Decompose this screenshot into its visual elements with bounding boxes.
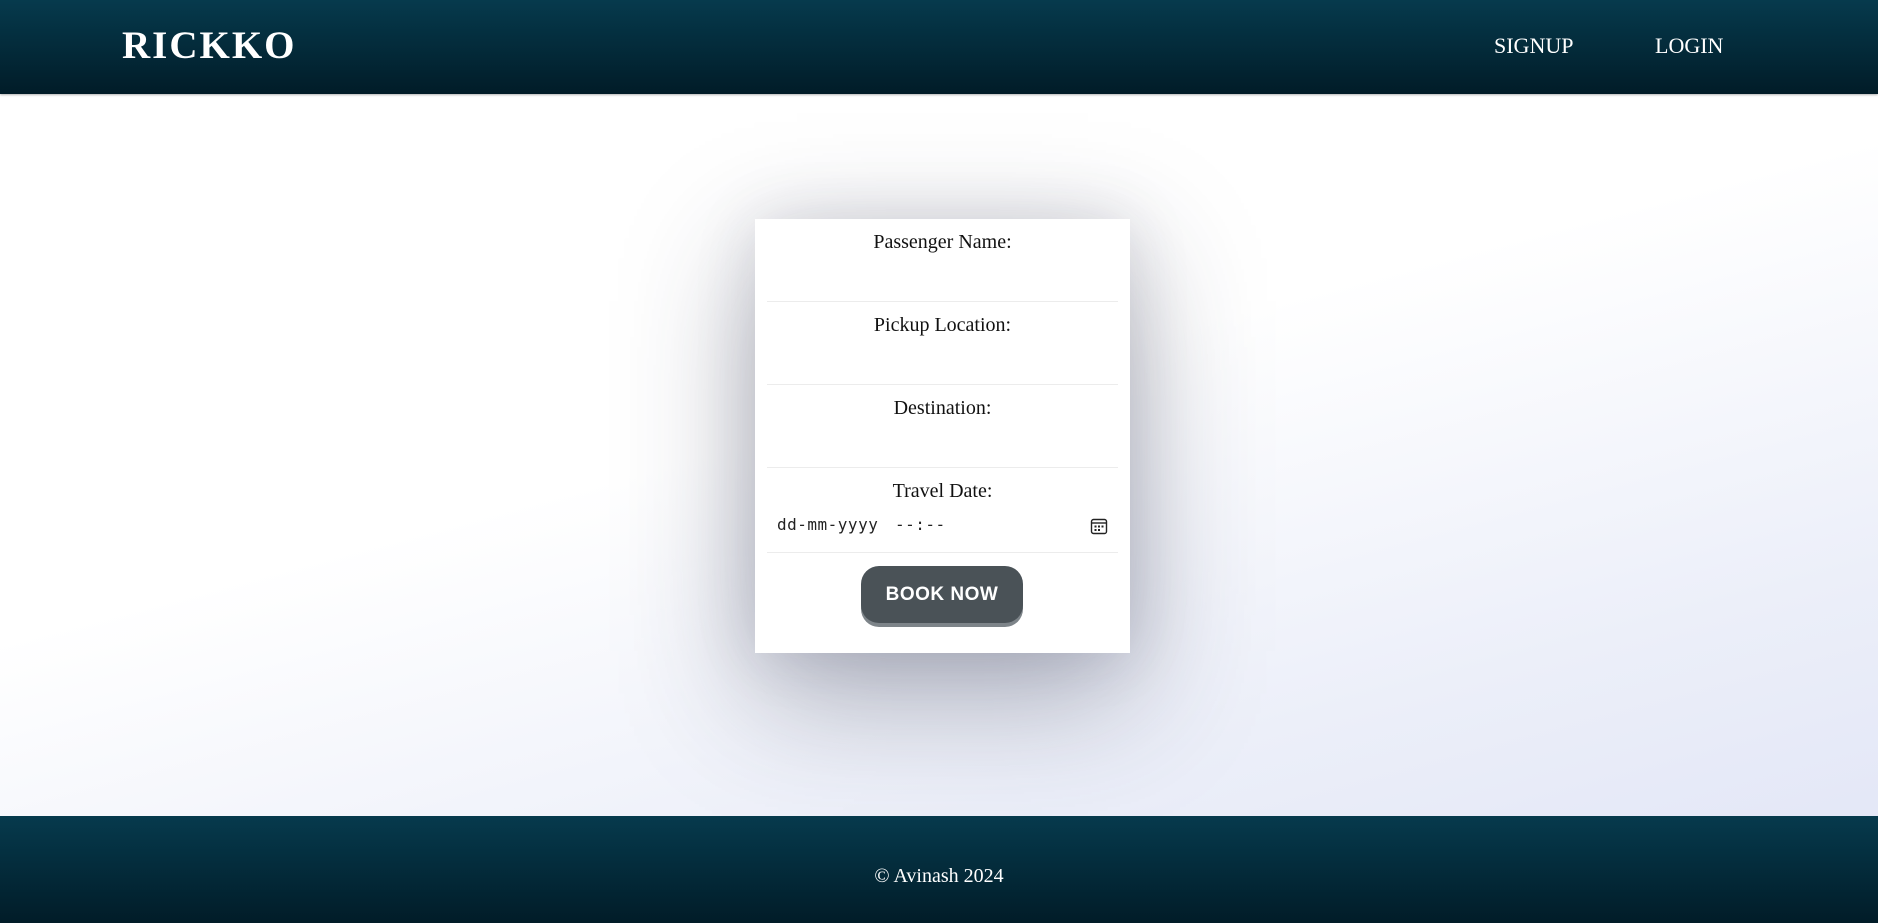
travel-date-input[interactable]: dd-mm-yyyy --:-- [767,511,1118,541]
travel-date-group: Travel Date: dd-mm-yyyy --:-- [767,468,1118,553]
top-header: RICKKO SIGNUP LOGIN [0,0,1878,94]
destination-label: Destination: [893,397,992,419]
page-footer: © Avinash 2024 [0,816,1878,923]
copyright-text: © Avinash 2024 [874,865,1004,887]
book-now-button[interactable]: BOOK NOW [861,566,1023,623]
pickup-location-group: Pickup Location: [767,302,1118,385]
calendar-icon[interactable] [1090,517,1108,535]
site-logo[interactable]: RICKKO [122,22,297,70]
passenger-name-label: Passenger Name: [873,231,1012,253]
signup-link[interactable]: SIGNUP [1494,32,1573,60]
pickup-location-label: Pickup Location: [873,314,1012,336]
main-content: Passenger Name: Pickup Location: Destina… [0,94,1878,816]
destination-input[interactable] [767,430,1118,460]
passenger-name-input[interactable] [767,264,1118,294]
time-placeholder[interactable]: --:-- [895,515,946,534]
destination-group: Destination: [767,385,1118,468]
booking-form: Passenger Name: Pickup Location: Destina… [755,219,1130,653]
date-placeholder[interactable]: dd-mm-yyyy [777,515,878,534]
travel-date-label: Travel Date: [892,480,993,502]
login-link[interactable]: LOGIN [1655,32,1723,60]
pickup-location-input[interactable] [767,347,1118,377]
passenger-name-group: Passenger Name: [767,219,1118,302]
